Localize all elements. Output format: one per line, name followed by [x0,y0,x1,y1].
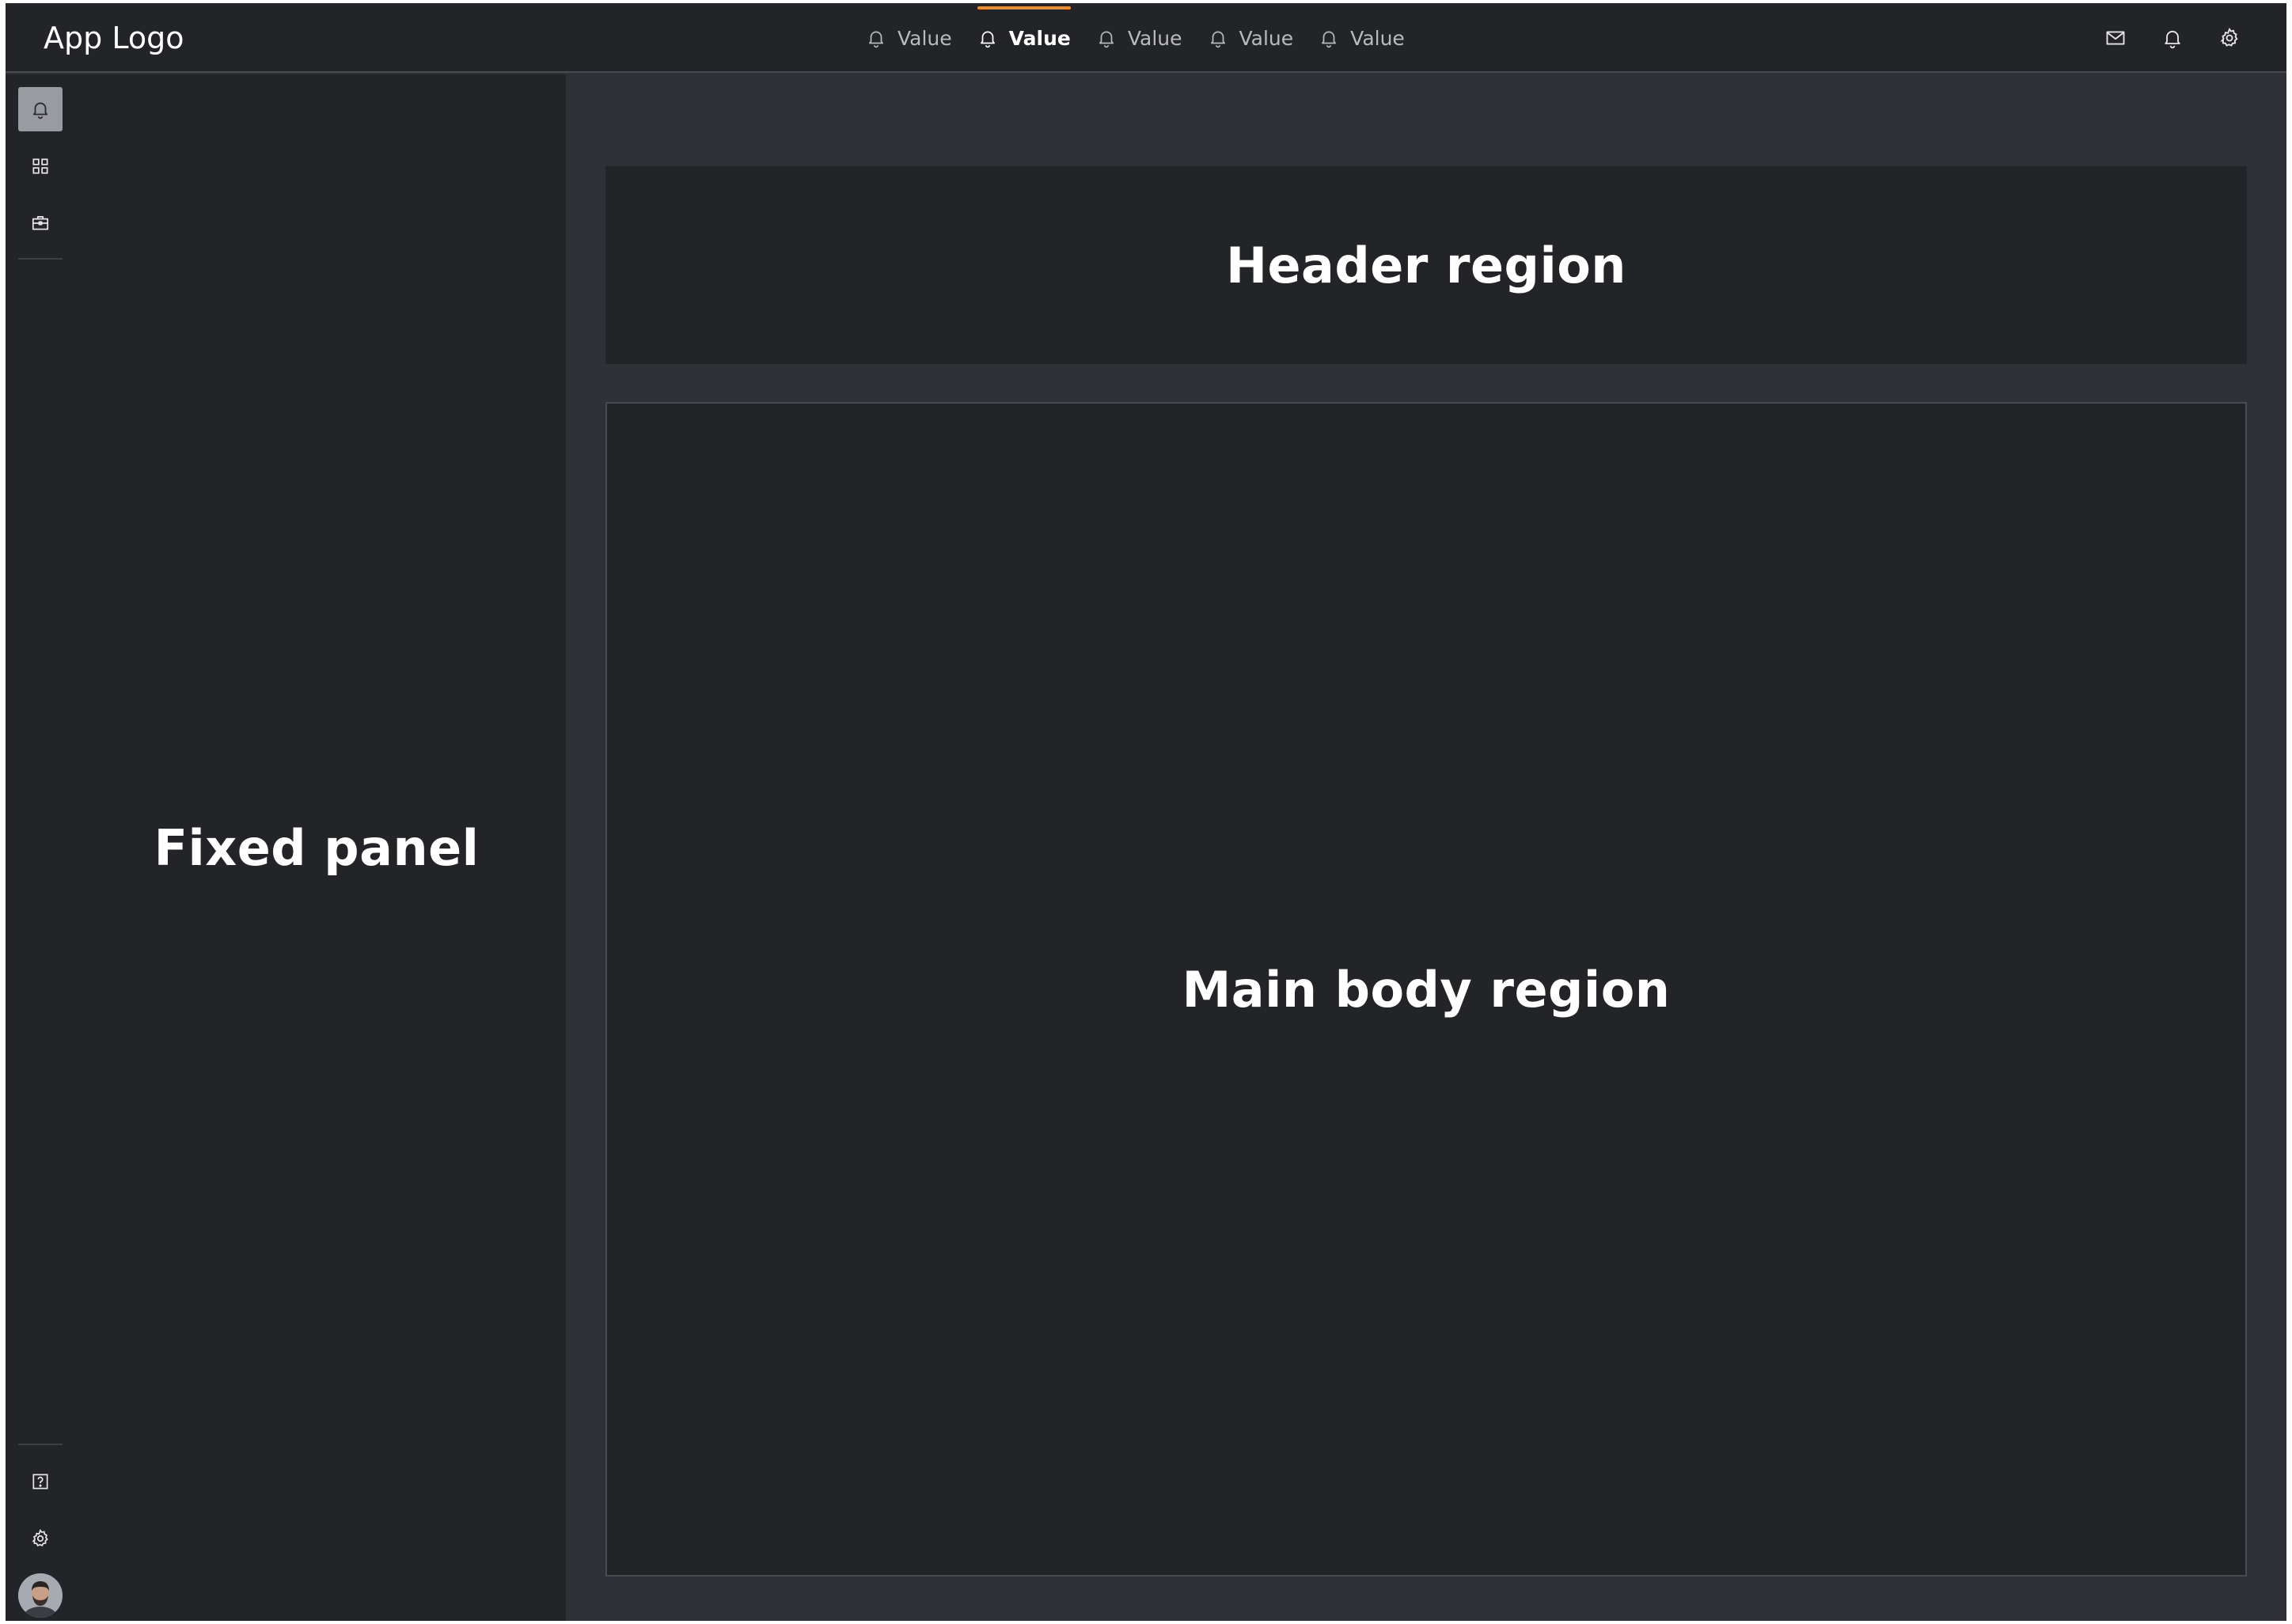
avatar[interactable] [18,1573,63,1618]
tab-label: Value [1350,26,1405,50]
icon-rail [6,74,67,1621]
tab-label: Value [1127,26,1182,50]
bell-icon [980,31,995,48]
avatar-image [18,1573,63,1618]
bell-icon [1210,31,1225,48]
bell-icon[interactable] [2161,27,2184,49]
rail-briefcase-button[interactable] [18,201,63,245]
top-tabs: Value Value Value Value Value [866,3,1430,73]
tab-3[interactable]: Value [1096,3,1182,73]
rail-dashboard-button[interactable] [18,144,63,188]
mail-icon[interactable] [2104,27,2127,49]
header-region: Header region [605,166,2247,364]
tab-label: Value [1008,26,1071,50]
tab-5[interactable]: Value [1319,3,1405,73]
bell-icon [869,31,883,48]
tab-label: Value [897,26,952,50]
fixed-panel: Fixed panel [67,74,566,1621]
bell-icon [1099,31,1114,48]
tab-1[interactable]: Value [866,3,952,73]
fixed-panel-label: Fixed panel [154,818,480,877]
app-logo[interactable]: App Logo [44,3,184,73]
grid-icon [32,158,48,174]
briefcase-icon [32,216,49,230]
tab-2[interactable]: Value [977,3,1072,73]
rail-settings-button[interactable] [18,1516,63,1561]
rail-divider [18,1444,63,1445]
bell-icon [1322,31,1337,48]
header-region-label: Header region [1226,236,1626,294]
gear-icon [32,1528,48,1546]
rail-help-button[interactable] [18,1459,63,1504]
top-bar: App Logo Value Value Value Value Value [6,3,2286,73]
main-body-region: Main body region [605,402,2247,1577]
rail-divider [18,258,63,260]
bell-icon [32,102,48,120]
rail-notifications-button[interactable] [18,87,63,131]
app-window: App Logo Value Value Value Value Value F… [6,3,2286,1621]
tab-label: Value [1239,26,1294,50]
gear-icon[interactable] [2218,27,2241,49]
top-actions [2070,3,2241,73]
tab-4[interactable]: Value [1208,3,1294,73]
help-icon [32,1474,48,1489]
main-body-region-label: Main body region [1182,960,1671,1019]
